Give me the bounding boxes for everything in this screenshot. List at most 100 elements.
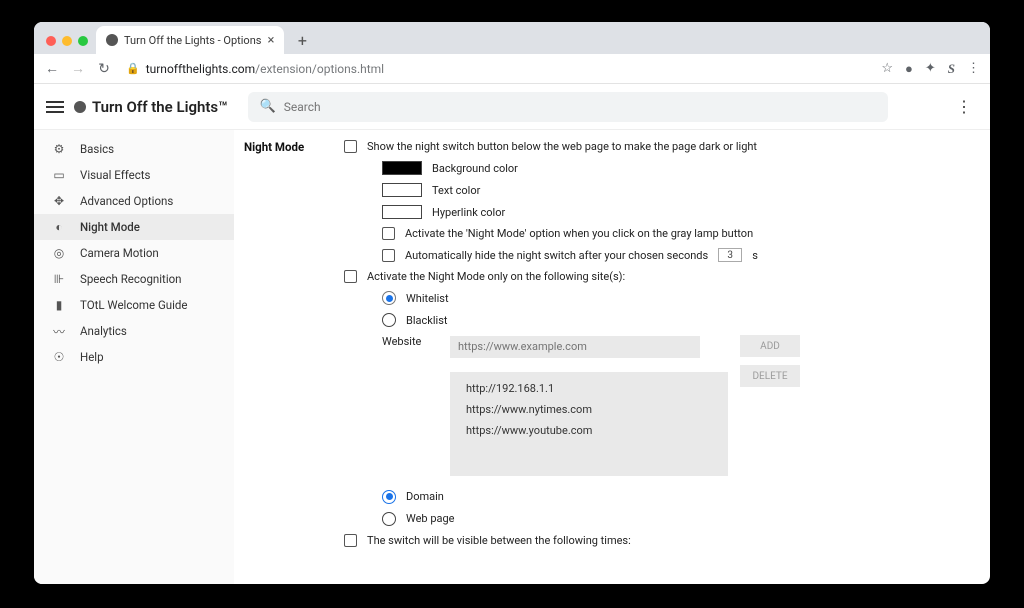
domain-radio[interactable] bbox=[382, 490, 396, 504]
site-list-item[interactable]: http://192.168.1.1 bbox=[466, 382, 712, 395]
brand-title: Turn Off the Lights™ bbox=[92, 98, 228, 116]
times-label: The switch will be visible between the f… bbox=[367, 534, 631, 547]
new-tab-button[interactable]: + bbox=[290, 28, 314, 52]
opt-show-switch-row: Show the night switch button below the w… bbox=[344, 140, 974, 153]
url-field[interactable]: 🔒 turnoffthelights.com/extension/options… bbox=[122, 62, 871, 76]
blacklist-row: Blacklist bbox=[382, 313, 974, 327]
sidebar-label: Speech Recognition bbox=[80, 272, 182, 286]
forward-button[interactable]: → bbox=[70, 60, 86, 77]
site-list-item[interactable]: https://www.youtube.com bbox=[466, 424, 712, 437]
search-input[interactable] bbox=[284, 100, 876, 114]
tab-strip: Turn Off the Lights - Options × + bbox=[34, 22, 990, 54]
website-label: Website bbox=[382, 335, 438, 348]
sidebar-icon: ▭ bbox=[52, 168, 66, 182]
section-title: Night Mode bbox=[244, 140, 308, 154]
webpage-row: Web page bbox=[382, 512, 974, 526]
bulb-icon bbox=[74, 101, 86, 113]
sidebar-label: Help bbox=[80, 350, 104, 364]
sidebar-icon: ✥ bbox=[52, 194, 66, 208]
sidebar-item-night-mode[interactable]: ◐Night Mode bbox=[34, 214, 234, 240]
close-window-button[interactable] bbox=[46, 36, 56, 46]
sidebar-icon: ◎ bbox=[52, 246, 66, 260]
show-switch-checkbox[interactable] bbox=[344, 140, 357, 153]
sidebar: ⚙Basics ▭ Visual Effects ✥ Advanced Options ◐… bbox=[34, 130, 234, 584]
autohide-row: Automatically hide the night switch afte… bbox=[382, 248, 974, 262]
brand: Turn Off the Lights™ bbox=[74, 98, 228, 116]
back-button[interactable]: ← bbox=[44, 60, 60, 77]
sidebar-item-analytics[interactable]: 〰 Analytics bbox=[34, 318, 234, 344]
whitelist-radio[interactable] bbox=[382, 291, 396, 305]
link-color-row: Hyperlink color bbox=[382, 205, 974, 219]
maximize-window-button[interactable] bbox=[78, 36, 88, 46]
menu-button[interactable] bbox=[46, 101, 64, 113]
sidebar-icon: ⚙ bbox=[52, 142, 66, 156]
bg-color-label: Background color bbox=[432, 162, 518, 175]
autohide-label: Automatically hide the night switch afte… bbox=[405, 249, 708, 262]
sidebar-label: Analytics bbox=[80, 324, 127, 338]
text-color-label: Text color bbox=[432, 184, 480, 197]
gray-lamp-label: Activate the 'Night Mode' option when yo… bbox=[405, 227, 753, 240]
sidebar-item-camera-motion[interactable]: ◎Camera Motion bbox=[34, 240, 234, 266]
address-bar: ← → ↻ 🔒 turnoffthelights.com/extension/o… bbox=[34, 54, 990, 84]
bookmark-icon[interactable]: ☆ bbox=[881, 61, 893, 76]
sidebar-item-speech-recognition[interactable]: ⊪ Speech Recognition bbox=[34, 266, 234, 292]
sidebar-item-advanced-options[interactable]: ✥ Advanced Options bbox=[34, 188, 234, 214]
text-color-swatch[interactable] bbox=[382, 183, 422, 197]
link-color-swatch[interactable] bbox=[382, 205, 422, 219]
search-box[interactable]: 🔍 bbox=[248, 92, 888, 122]
whitelist-row: Whitelist bbox=[382, 291, 974, 305]
extension-s-icon[interactable]: S bbox=[948, 61, 955, 77]
sidebar-label: Advanced Options bbox=[80, 194, 173, 208]
autohide-seconds-input[interactable] bbox=[718, 248, 742, 262]
domain-label: Domain bbox=[406, 490, 444, 503]
website-list[interactable]: http://192.168.1.1 https://www.nytimes.co… bbox=[450, 372, 728, 476]
search-icon: 🔍 bbox=[260, 99, 276, 114]
browser-tab[interactable]: Turn Off the Lights - Options × bbox=[96, 26, 284, 54]
times-row: The switch will be visible between the f… bbox=[344, 534, 974, 547]
window-controls bbox=[42, 36, 96, 54]
sidebar-item-basics[interactable]: ⚙Basics bbox=[34, 136, 234, 162]
close-tab-button[interactable]: × bbox=[267, 33, 274, 48]
bg-color-swatch[interactable] bbox=[382, 161, 422, 175]
minimize-window-button[interactable] bbox=[62, 36, 72, 46]
add-button[interactable]: ADD bbox=[740, 335, 800, 357]
app-menu-button[interactable]: ⋮ bbox=[950, 97, 978, 116]
sidebar-icon: 〰 bbox=[52, 323, 66, 340]
extension-bulb-icon[interactable]: ● bbox=[905, 61, 913, 77]
only-sites-checkbox[interactable] bbox=[344, 270, 357, 283]
sidebar-item-visual-effects[interactable]: ▭ Visual Effects bbox=[34, 162, 234, 188]
only-sites-label: Activate the Night Mode only on the foll… bbox=[367, 270, 625, 283]
gray-lamp-checkbox[interactable] bbox=[382, 227, 395, 240]
only-sites-row: Activate the Night Mode only on the foll… bbox=[344, 270, 974, 283]
sidebar-item-help[interactable]: ☉ Help bbox=[34, 344, 234, 370]
text-color-row: Text color bbox=[382, 183, 974, 197]
autohide-checkbox[interactable] bbox=[382, 249, 395, 262]
bg-color-row: Background color bbox=[382, 161, 974, 175]
site-list-item[interactable]: https://www.nytimes.com bbox=[466, 403, 712, 416]
extensions-icon[interactable]: ✦ bbox=[925, 61, 936, 76]
content-area: ⚙Basics ▭ Visual Effects ✥ Advanced Options ◐… bbox=[34, 130, 990, 584]
reload-button[interactable]: ↻ bbox=[96, 61, 112, 77]
browser-window: Turn Off the Lights - Options × + ← → ↻ … bbox=[34, 22, 990, 584]
sidebar-label: Night Mode bbox=[80, 220, 140, 234]
blacklist-radio[interactable] bbox=[382, 313, 396, 327]
webpage-radio[interactable] bbox=[382, 512, 396, 526]
website-input-row: Website http://192.168.1.1 https://www.ny… bbox=[344, 335, 974, 476]
show-switch-label: Show the night switch button below the w… bbox=[367, 140, 757, 153]
sidebar-icon: ☉ bbox=[52, 350, 66, 364]
sidebar-item-totl-welcome-guide[interactable]: ▮TOtL Welcome Guide bbox=[34, 292, 234, 318]
tab-title: Turn Off the Lights - Options bbox=[124, 34, 261, 47]
delete-button[interactable]: DELETE bbox=[740, 365, 800, 387]
sidebar-icon: ⊪ bbox=[52, 272, 66, 286]
sidebar-label: Visual Effects bbox=[80, 168, 150, 182]
toolbar-icons: ☆ ● ✦ S ⋮ bbox=[881, 61, 980, 77]
sidebar-label: TOtL Welcome Guide bbox=[80, 298, 188, 312]
lock-icon: 🔒 bbox=[126, 62, 140, 75]
times-checkbox[interactable] bbox=[344, 534, 357, 547]
url-domain: turnoffthelights.com bbox=[146, 62, 255, 76]
link-color-label: Hyperlink color bbox=[432, 206, 505, 219]
webpage-label: Web page bbox=[406, 512, 455, 525]
url-path: /extension/options.html bbox=[255, 62, 384, 76]
website-input[interactable] bbox=[450, 336, 700, 358]
browser-menu-button[interactable]: ⋮ bbox=[967, 61, 980, 76]
